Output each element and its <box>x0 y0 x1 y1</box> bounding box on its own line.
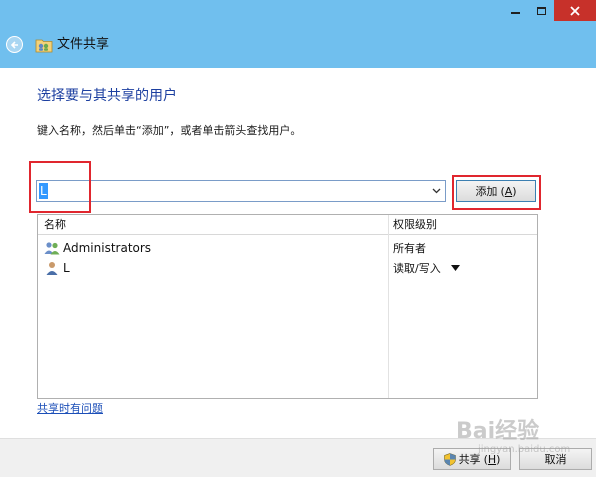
minimize-icon <box>510 12 520 14</box>
column-header-name[interactable]: 名称 <box>44 215 66 235</box>
highlight-box-add-button <box>452 175 541 210</box>
window-title: 文件共享 <box>57 37 110 52</box>
watermark: Bai经验 jingyan.baidu.com <box>456 420 570 456</box>
watermark-subtext: jingyan.baidu.com <box>478 444 571 455</box>
row-name: Administrators <box>63 241 152 255</box>
list-header: 名称 权限级别 <box>38 215 537 235</box>
close-button[interactable] <box>554 0 596 21</box>
watermark-text: Bai经验 <box>456 419 540 444</box>
users-list[interactable]: 名称 权限级别 Administrators 所有者 L 读取/写入 <box>37 214 538 399</box>
uac-shield-icon <box>443 452 456 466</box>
maximize-button[interactable] <box>528 0 554 21</box>
table-row[interactable]: L 读取/写入 <box>38 258 537 278</box>
chevron-down-icon[interactable] <box>432 188 441 194</box>
column-header-permission[interactable]: 权限级别 <box>393 215 437 235</box>
sharing-help-link[interactable]: 共享时有问题 <box>37 402 103 416</box>
row-permission: 所有者 <box>393 242 426 255</box>
share-folder-icon <box>35 39 53 53</box>
dropdown-triangle-icon[interactable] <box>450 265 460 271</box>
minimize-button[interactable] <box>502 0 528 21</box>
highlight-box-input <box>29 161 91 213</box>
page-heading: 选择要与其共享的用户 <box>37 88 177 104</box>
maximize-icon <box>536 6 546 15</box>
row-name: L <box>63 261 70 275</box>
user-group-icon <box>44 242 60 255</box>
close-icon <box>570 5 580 16</box>
row-permission: 读取/写入 <box>393 262 441 275</box>
instruction-text: 键入名称，然后单击“添加”，或者单击箭头查找用户。 <box>37 124 302 137</box>
table-row[interactable]: Administrators 所有者 <box>38 238 537 258</box>
user-icon <box>46 262 58 275</box>
back-button[interactable] <box>6 36 23 53</box>
user-name-combobox[interactable]: L <box>36 180 446 202</box>
back-arrow-icon <box>10 40 18 49</box>
